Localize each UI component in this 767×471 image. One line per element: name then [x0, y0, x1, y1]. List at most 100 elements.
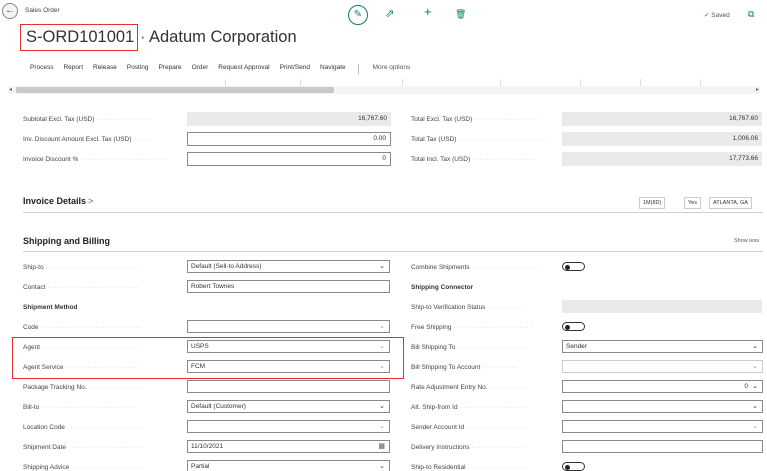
bill-shipping-account-select[interactable]: ⌄: [562, 360, 763, 373]
total-tax-label: Total Tax (USD) ························…: [411, 136, 550, 143]
shipping-advice-select[interactable]: Partial ⌄: [187, 460, 390, 471]
title-separator: ·: [140, 28, 146, 46]
toggle-knob: [565, 464, 570, 470]
menu-process[interactable]: Process: [30, 64, 53, 76]
delete-icon[interactable]: 🗑: [455, 8, 466, 20]
bill-to-select[interactable]: Default (Customer) ⌄: [187, 400, 390, 413]
chevron-down-icon: ⌄: [752, 363, 758, 370]
chevron-down-icon: ⌄: [379, 403, 385, 410]
menu-print-send[interactable]: Print/Send: [280, 64, 310, 76]
menu-request-approval[interactable]: Request Approval: [218, 64, 269, 76]
chevron-down-icon: ⌄: [752, 423, 758, 430]
ship-to-verification-value: [562, 300, 762, 313]
combine-shipments-toggle[interactable]: [562, 262, 585, 271]
agent-label: Agent ···························: [23, 344, 141, 351]
shipment-date-label: Shipment Date ·····················: [23, 444, 145, 451]
code-select[interactable]: ⌄: [187, 320, 390, 333]
add-icon[interactable]: +: [424, 5, 432, 18]
menu-report[interactable]: Report: [63, 64, 83, 76]
menu-prepare[interactable]: Prepare: [159, 64, 182, 76]
show-less-link[interactable]: Show less: [734, 238, 759, 244]
ship-to-verification-label: Ship-to Verification Status ··········: [411, 304, 524, 311]
location-code-label: Location Code ·····················: [23, 424, 144, 431]
toggle-knob: [565, 264, 570, 270]
menu-posting[interactable]: Posting: [127, 64, 149, 76]
invoice-discount-pct-input[interactable]: 0: [187, 152, 391, 166]
agent-service-select[interactable]: FCM ⌄: [187, 360, 390, 373]
total-excl-tax-label: Total Excl. Tax (USD) ··················: [411, 116, 541, 123]
pencil-icon: ✎: [353, 9, 363, 20]
free-shipping-toggle[interactable]: [562, 322, 585, 331]
bill-shipping-account-label: Bill Shipping To Account ··········: [411, 364, 519, 371]
rate-adjustment-label: Rate Adjustment Entry No. ···········: [411, 384, 530, 391]
sender-account-select[interactable]: ⌄: [562, 420, 763, 433]
total-tax-value: 1,006.06: [562, 132, 762, 146]
contact-input[interactable]: Robert Townes: [187, 280, 390, 293]
subtotal-label: Subtotal Excl. Tax (USD) ···············: [23, 116, 152, 123]
menu-release[interactable]: Release: [93, 64, 117, 76]
popout-icon[interactable]: ⧉: [748, 9, 754, 20]
calendar-icon[interactable]: ▦: [378, 441, 385, 452]
total-incl-tax-label: Total Incl. Tax (USD) ··················: [411, 156, 538, 163]
chevron-down-icon: ⌄: [752, 403, 758, 410]
inv-discount-amount-label: Inv. Discount Amount Excl. Tax (USD) ···…: [23, 136, 152, 143]
agent-service-label: Agent Service ····················: [23, 364, 139, 371]
menu-order[interactable]: Order: [192, 64, 209, 76]
shipping-advice-label: Shipping Advice ····················: [23, 464, 145, 471]
total-incl-tax-value: 17,773.66: [562, 152, 762, 166]
rate-adjustment-select[interactable]: 0 ⌄: [562, 380, 763, 393]
total-excl-tax-value: 16,767.60: [562, 112, 762, 126]
chevron-down-icon: ⌄: [379, 323, 385, 330]
action-bar: Process Report Release Posting Prepare O…: [30, 64, 420, 76]
delivery-instructions-label: Delivery Instructions ···············: [411, 444, 527, 451]
section-divider: [23, 212, 763, 213]
scroll-left-icon[interactable]: ◂: [9, 86, 12, 94]
tag-yes: Yes: [684, 197, 701, 209]
menu-navigate[interactable]: Navigate: [320, 64, 346, 76]
agent-select[interactable]: USPS ⌄: [187, 340, 390, 353]
alt-ship-from-label: Alt. Ship-from Id ···················: [411, 404, 530, 411]
free-shipping-label: Free Shipping ······················: [411, 324, 534, 331]
chevron-down-icon: ⌄: [379, 423, 385, 430]
inv-discount-amount-input[interactable]: 0.00: [187, 132, 391, 146]
package-tracking-label: Package Tracking No. ···············: [23, 384, 144, 391]
invoice-discount-pct-label: Invoice Discount % ·····················…: [23, 156, 169, 163]
back-arrow-icon: ←: [5, 5, 15, 16]
subtotal-value: 16,767.60: [187, 112, 391, 126]
contact-label: Contact ·························: [23, 284, 139, 291]
chevron-down-icon: ⌄: [752, 343, 758, 350]
alt-ship-from-select[interactable]: ⌄: [562, 400, 763, 413]
chevron-down-icon: ⌄: [752, 383, 758, 390]
shipment-method-label: Shipment Method: [23, 304, 78, 311]
breadcrumb[interactable]: Sales Order: [25, 7, 60, 14]
bill-shipping-to-label: Bill Shipping To ···················: [411, 344, 527, 351]
back-button[interactable]: ←: [2, 3, 18, 19]
ship-to-select[interactable]: Default (Sell-to Address) ⌄: [187, 260, 390, 273]
edit-button[interactable]: ✎: [348, 5, 368, 25]
customer-name: Adatum Corporation: [149, 28, 297, 46]
chevron-down-icon: ⌄: [379, 263, 385, 270]
location-code-select[interactable]: ⌄: [187, 420, 390, 433]
shipment-date-input[interactable]: 11/10/2021 ▦: [187, 440, 390, 453]
ship-to-label: Ship-to ··························: [23, 264, 141, 271]
shipping-billing-header[interactable]: Shipping and Billing: [23, 236, 110, 246]
bill-to-label: Bill-to ··························: [23, 404, 137, 411]
tag-payment-terms: 1M(8D): [639, 197, 666, 209]
share-icon[interactable]: ⇗: [385, 8, 394, 20]
section-divider: [23, 251, 763, 252]
chevron-right-icon: >: [88, 196, 94, 206]
shipping-connector-label: Shipping Connector: [411, 284, 474, 291]
invoice-details-header[interactable]: Invoice Details >: [23, 196, 93, 206]
toggle-knob: [565, 324, 570, 330]
delivery-instructions-input[interactable]: [562, 440, 763, 453]
menu-more-options[interactable]: More options: [373, 64, 411, 76]
ship-to-residential-toggle[interactable]: [562, 462, 585, 471]
horizontal-scrollbar[interactable]: ◂ ▸: [8, 86, 760, 94]
chevron-down-icon: ⌄: [379, 343, 385, 350]
bill-shipping-to-select[interactable]: Sender ⌄: [562, 340, 763, 353]
scroll-thumb[interactable]: [16, 87, 334, 93]
combine-shipments-label: Combine Shipments ···················: [411, 264, 541, 271]
scroll-right-icon[interactable]: ▸: [756, 86, 759, 94]
sender-account-label: Sender Account Id ·················: [411, 424, 529, 431]
package-tracking-input[interactable]: [187, 380, 390, 393]
